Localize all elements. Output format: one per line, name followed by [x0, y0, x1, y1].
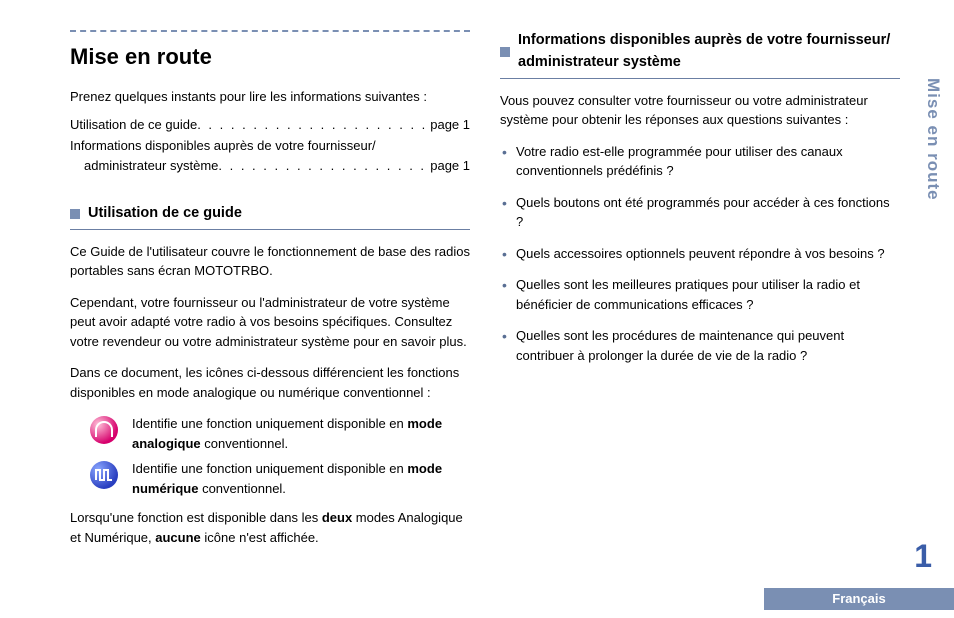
section-rule [500, 78, 900, 79]
square-bullet-icon [500, 47, 510, 57]
body-text: Lorsqu'une fonction est disponible dans … [70, 508, 470, 547]
right-column: Informations disponibles auprès de votre… [500, 30, 900, 608]
icon-description: Identifie une fonction uniquement dispon… [122, 459, 470, 498]
toc-entry: Informations disponibles auprès de votre… [70, 136, 470, 175]
text: Identifie une fonction uniquement dispon… [132, 416, 407, 431]
section-header: Informations disponibles auprès de votre… [500, 30, 900, 74]
page-title: Mise en route [70, 40, 470, 73]
section-header: Utilisation de ce guide [70, 203, 470, 225]
text-bold: aucune [155, 530, 201, 545]
text: conventionnel. [201, 436, 288, 451]
toc-label: Utilisation de ce guide [70, 115, 197, 135]
body-text: Cependant, votre fournisseur ou l'admini… [70, 293, 470, 352]
body-text: Vous pouvez consulter votre fournisseur … [500, 91, 900, 130]
section-title: Informations disponibles auprès de votre… [518, 30, 900, 74]
toc-label: Informations disponibles auprès de votre… [70, 136, 470, 156]
list-item: Quels accessoires optionnels peuvent rép… [500, 244, 900, 264]
analog-mode-icon [90, 416, 118, 444]
section-title: Utilisation de ce guide [88, 203, 242, 225]
dashed-rule [70, 30, 470, 32]
toc-entry: Utilisation de ce guide page 1 [70, 115, 470, 135]
section-rule [70, 229, 470, 230]
text: conventionnel. [198, 481, 285, 496]
square-bullet-icon [70, 209, 80, 219]
side-tab-label: Mise en route [921, 78, 947, 201]
body-text: Dans ce document, les icônes ci-dessous … [70, 363, 470, 402]
list-item: Quelles sont les meilleures pratiques po… [500, 275, 900, 314]
toc-dots [218, 156, 426, 176]
icon-definition-row: Identifie une fonction uniquement dispon… [70, 459, 470, 498]
list-item: Quelles sont les procédures de maintenan… [500, 326, 900, 365]
toc-dots [197, 115, 426, 135]
intro-text: Prenez quelques instants pour lire les i… [70, 87, 470, 107]
document-page: Mise en route Prenez quelques instants p… [0, 0, 954, 618]
text: Lorsqu'une fonction est disponible dans … [70, 510, 322, 525]
toc-page: page 1 [426, 156, 470, 176]
text: icône n'est affichée. [201, 530, 319, 545]
text-bold: deux [322, 510, 352, 525]
page-number: 1 [914, 532, 932, 580]
list-item: Votre radio est-elle programmée pour uti… [500, 142, 900, 181]
body-text: Ce Guide de l'utilisateur couvre le fonc… [70, 242, 470, 281]
toc-page: page 1 [426, 115, 470, 135]
language-bar: Français [764, 588, 954, 610]
text: Identifie une fonction uniquement dispon… [132, 461, 407, 476]
list-item: Quels boutons ont été programmés pour ac… [500, 193, 900, 232]
icon-description: Identifie une fonction uniquement dispon… [122, 414, 470, 453]
digital-mode-icon [90, 461, 118, 489]
icon-definition-row: Identifie une fonction uniquement dispon… [70, 414, 470, 453]
toc-label: administrateur système [84, 156, 218, 176]
bullet-list: Votre radio est-elle programmée pour uti… [500, 142, 900, 366]
left-column: Mise en route Prenez quelques instants p… [70, 30, 470, 608]
